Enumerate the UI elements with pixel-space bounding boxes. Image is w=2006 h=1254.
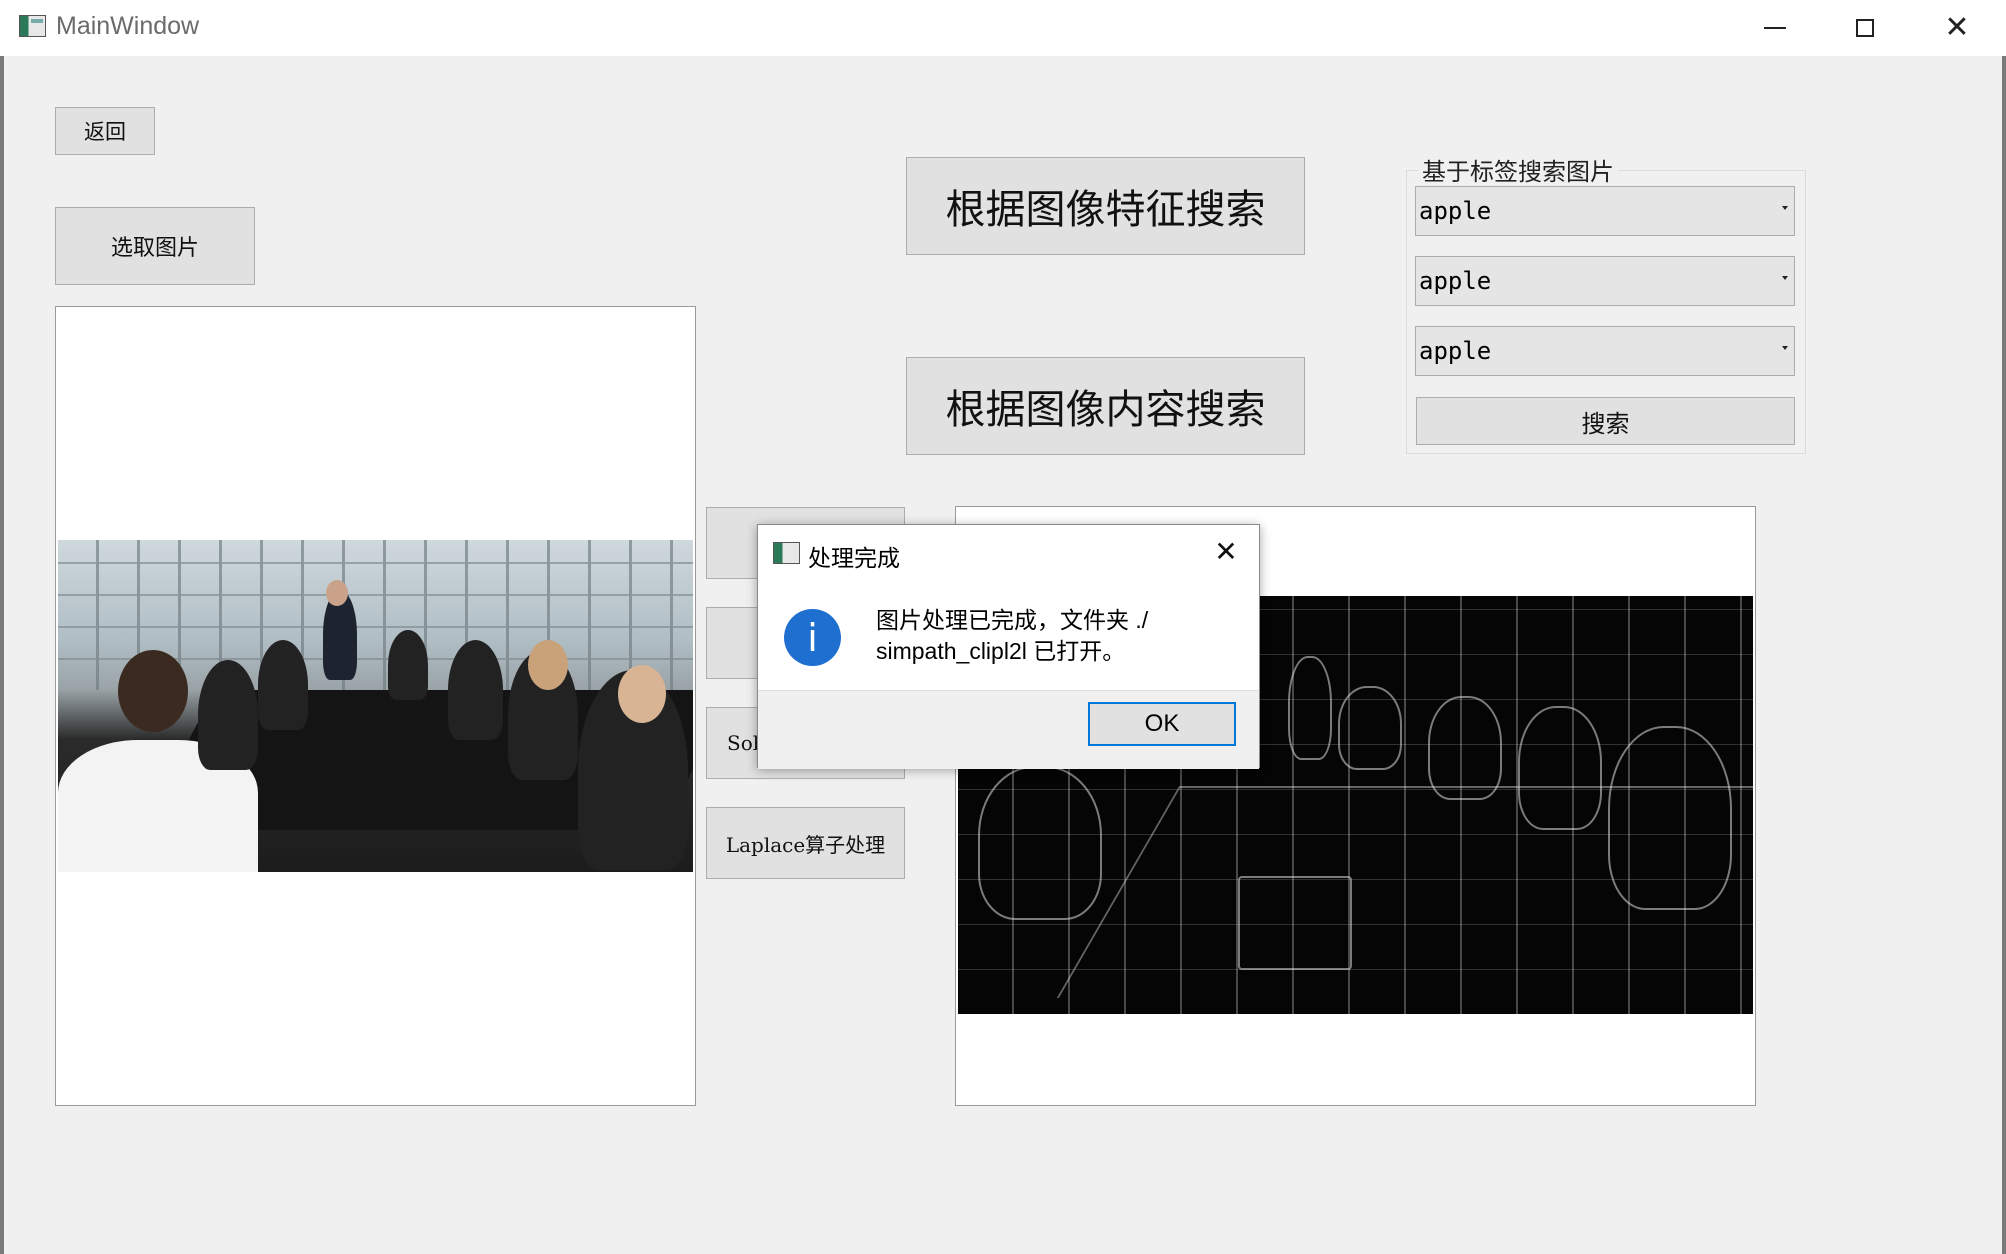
tag-combo-2[interactable]: apple: [1415, 256, 1795, 306]
tag-combo-3-value: apple: [1419, 337, 1492, 365]
window-title: MainWindow: [56, 12, 200, 40]
dialog-title: 处理完成: [808, 545, 900, 571]
dialog-message: 图片处理已完成，文件夹 ./ simpath_clipl2l 已打开。: [876, 607, 1149, 664]
close-icon: ✕: [1214, 534, 1238, 568]
maximize-button[interactable]: [1820, 0, 1910, 56]
app-window-icon: [19, 15, 46, 37]
dropdown-arrow-icon: [1782, 276, 1788, 280]
back-button[interactable]: 返回: [55, 107, 155, 155]
tag-search-group-title: 基于标签搜索图片: [1418, 152, 1618, 187]
tag-combo-2-value: apple: [1419, 267, 1492, 295]
processing-complete-dialog: 处理完成 ✕ i 图片处理已完成，文件夹 ./ simpath_clipl2l …: [757, 524, 1260, 769]
minimize-button[interactable]: [1730, 0, 1820, 56]
search-by-feature-button[interactable]: 根据图像特征搜索: [906, 157, 1305, 255]
info-icon: i: [784, 609, 841, 666]
close-window-button[interactable]: ✕: [1912, 0, 2002, 56]
window-right-border: [2002, 56, 2006, 1254]
ok-button[interactable]: OK: [1088, 702, 1236, 746]
meeting-photo: [58, 540, 693, 872]
dialog-button-bar: OK: [758, 690, 1259, 769]
title-bar: MainWindow ✕: [0, 0, 2006, 56]
maximize-icon: [1856, 19, 1874, 37]
window-left-border: [0, 56, 4, 1254]
tag-search-button[interactable]: 搜索: [1416, 397, 1795, 445]
minimize-icon: [1764, 27, 1786, 29]
dropdown-arrow-icon: [1782, 206, 1788, 210]
dropdown-arrow-icon: [1782, 346, 1788, 350]
tag-combo-1-value: apple: [1419, 197, 1492, 225]
tag-combo-3[interactable]: apple: [1415, 326, 1795, 376]
select-image-button[interactable]: 选取图片: [55, 207, 255, 285]
dialog-close-button[interactable]: ✕: [1206, 533, 1246, 569]
app-window-icon: [773, 542, 800, 564]
laplace-operator-button[interactable]: Laplace算子处理: [706, 807, 905, 879]
source-image-panel: [55, 306, 696, 1106]
tag-combo-1[interactable]: apple: [1415, 186, 1795, 236]
close-icon: ✕: [1944, 10, 1970, 45]
search-by-content-button[interactable]: 根据图像内容搜索: [906, 357, 1305, 455]
